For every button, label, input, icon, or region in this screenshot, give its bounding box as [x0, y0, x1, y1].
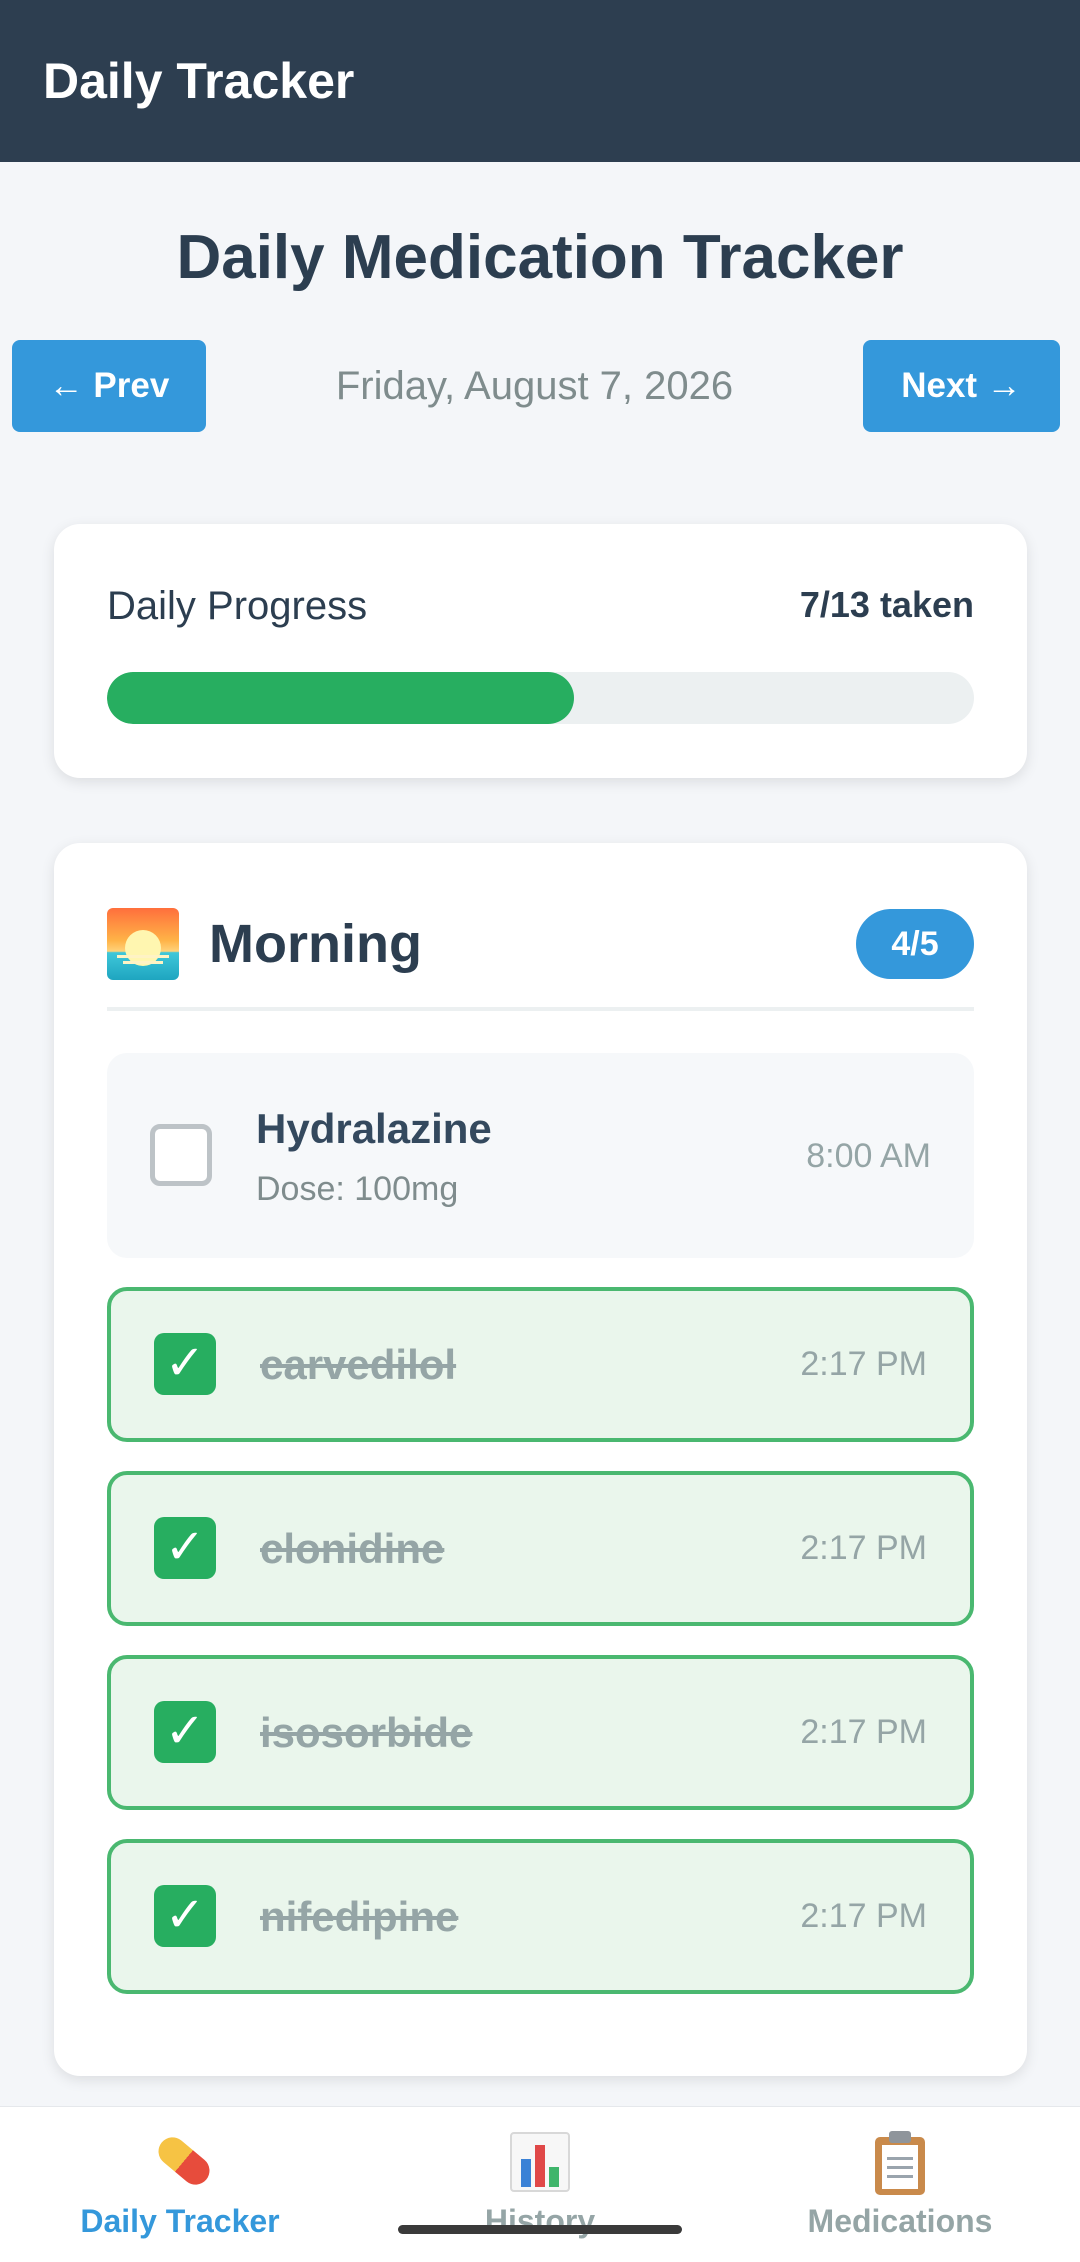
- prev-day-button[interactable]: ← Prev: [12, 340, 206, 432]
- med-name: carvedilol: [260, 1341, 457, 1388]
- med-name: nifedipine: [260, 1893, 459, 1940]
- med-time: 2:17 PM: [800, 1345, 927, 1383]
- sunrise-icon: [107, 908, 179, 980]
- morning-section: Morning 4/5 Hydralazine Dose: 100mg 8:00…: [54, 843, 1027, 2076]
- med-item-isosorbide[interactable]: ✓ isosorbide 2:17 PM: [107, 1655, 974, 1810]
- checkbox-checked[interactable]: ✓: [154, 1885, 216, 1947]
- checkbox-checked[interactable]: ✓: [154, 1333, 216, 1395]
- home-indicator[interactable]: [398, 2225, 682, 2234]
- med-item-clonidine[interactable]: ✓ clonidine 2:17 PM: [107, 1471, 974, 1626]
- nav-daily-tracker[interactable]: Daily Tracker: [0, 2107, 360, 2262]
- med-time: 8:00 AM: [806, 1137, 931, 1175]
- med-item-nifedipine[interactable]: ✓ nifedipine 2:17 PM: [107, 1839, 974, 1994]
- med-name: isosorbide: [260, 1709, 473, 1756]
- med-time: 2:17 PM: [800, 1897, 927, 1935]
- med-item-hydralazine[interactable]: Hydralazine Dose: 100mg 8:00 AM: [107, 1053, 974, 1258]
- pill-icon: [147, 2129, 216, 2195]
- progress-bar: [107, 672, 974, 724]
- app-bar: Daily Tracker: [0, 0, 1080, 162]
- current-date: Friday, August 7, 2026: [335, 363, 734, 408]
- app-title: Daily Tracker: [43, 53, 355, 109]
- checkbox-checked[interactable]: ✓: [154, 1701, 216, 1763]
- progress-count: 7/13 taken: [799, 584, 974, 625]
- nav-label: History: [484, 2203, 596, 2239]
- divider: [107, 1007, 974, 1011]
- progress-bar-fill: [107, 672, 574, 724]
- section-count-badge: 4/5: [856, 909, 974, 979]
- med-time: 2:17 PM: [800, 1529, 927, 1567]
- section-title: Morning: [209, 914, 422, 974]
- bottom-navigation: Daily Tracker History Medications: [0, 2106, 1080, 2262]
- nav-label: Medications: [807, 2203, 993, 2239]
- next-day-button[interactable]: Next →: [863, 340, 1060, 432]
- checkbox-checked[interactable]: ✓: [154, 1517, 216, 1579]
- nav-label: Daily Tracker: [80, 2203, 280, 2239]
- med-time: 2:17 PM: [800, 1713, 927, 1751]
- page-title: Daily Medication Tracker: [176, 223, 904, 292]
- med-item-carvedilol[interactable]: ✓ carvedilol 2:17 PM: [107, 1287, 974, 1442]
- nav-medications[interactable]: Medications: [720, 2107, 1080, 2262]
- clipboard-icon: [867, 2129, 933, 2195]
- checkbox-unchecked[interactable]: [150, 1124, 212, 1186]
- med-dose: Dose: 100mg: [256, 1170, 459, 1208]
- daily-progress-card: Daily Progress 7/13 taken: [54, 524, 1027, 778]
- med-name: Hydralazine: [256, 1105, 492, 1152]
- progress-label: Daily Progress: [107, 584, 368, 628]
- med-name: clonidine: [260, 1525, 445, 1572]
- section-header: Morning 4/5: [107, 901, 974, 987]
- bar-chart-icon: [507, 2129, 573, 2195]
- nav-history[interactable]: History: [360, 2107, 720, 2262]
